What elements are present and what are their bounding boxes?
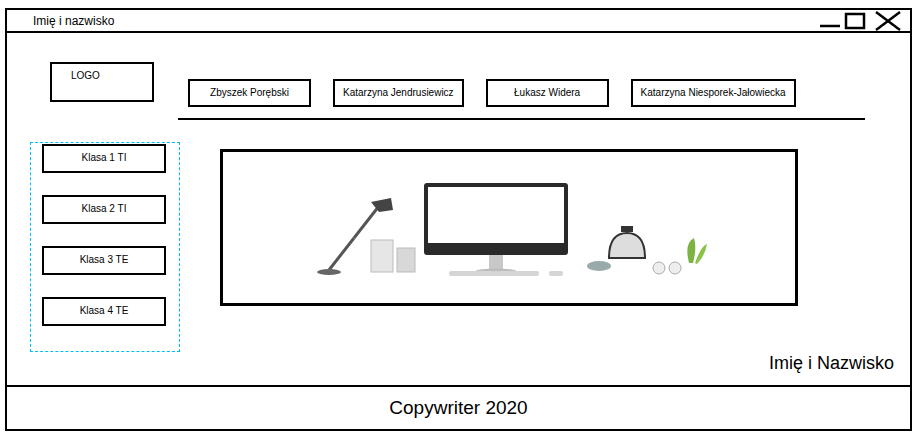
title-bar: Imię i nazwisko	[7, 10, 910, 33]
page-body: LOGO Zbyszek Porębski Katarzyna Jendrusiew…	[7, 33, 910, 385]
sidebar-button[interactable]: Klasa 1 TI	[42, 144, 166, 173]
desk-photo-icon	[309, 178, 709, 278]
nav: Zbyszek Porębski Katarzyna Jendrusiewicz Ł…	[178, 62, 865, 120]
logo[interactable]: LOGO	[50, 62, 154, 102]
page: Imię i nazwisko LOGO Zbyszek Porębski Katar…	[0, 0, 919, 433]
sidebar: Klasa 1 TI Klasa 2 TI Klasa 3 TE Klasa 4 TE	[30, 142, 180, 352]
nav-button[interactable]: Łukasz Widera	[486, 79, 609, 107]
author-name: Imię i Nazwisko	[769, 352, 894, 375]
author-row: Imię i Nazwisko	[7, 352, 910, 375]
window-controls-icon[interactable]	[816, 10, 906, 32]
footer: Copywriter 2020	[7, 385, 910, 429]
window: Imię i nazwisko LOGO Zbyszek Porębski Katar…	[5, 8, 912, 431]
nav-button[interactable]: Zbyszek Porębski	[188, 79, 311, 107]
footer-text: Copywriter 2020	[389, 396, 527, 420]
main-row: Klasa 1 TI Klasa 2 TI Klasa 3 TE Klasa 4 TE	[7, 142, 910, 352]
sidebar-button[interactable]: Klasa 2 TI	[42, 195, 166, 224]
sidebar-button[interactable]: Klasa 4 TE	[42, 297, 166, 326]
nav-button[interactable]: Katarzyna Niesporek-Jałowiecka	[631, 79, 796, 107]
nav-button[interactable]: Katarzyna Jendrusiewicz	[333, 79, 464, 107]
hero-image	[220, 149, 798, 306]
header-row: LOGO Zbyszek Porębski Katarzyna Jendrusiew…	[7, 33, 910, 120]
window-title: Imię i nazwisko	[33, 15, 114, 27]
sidebar-button[interactable]: Klasa 3 TE	[42, 246, 166, 275]
